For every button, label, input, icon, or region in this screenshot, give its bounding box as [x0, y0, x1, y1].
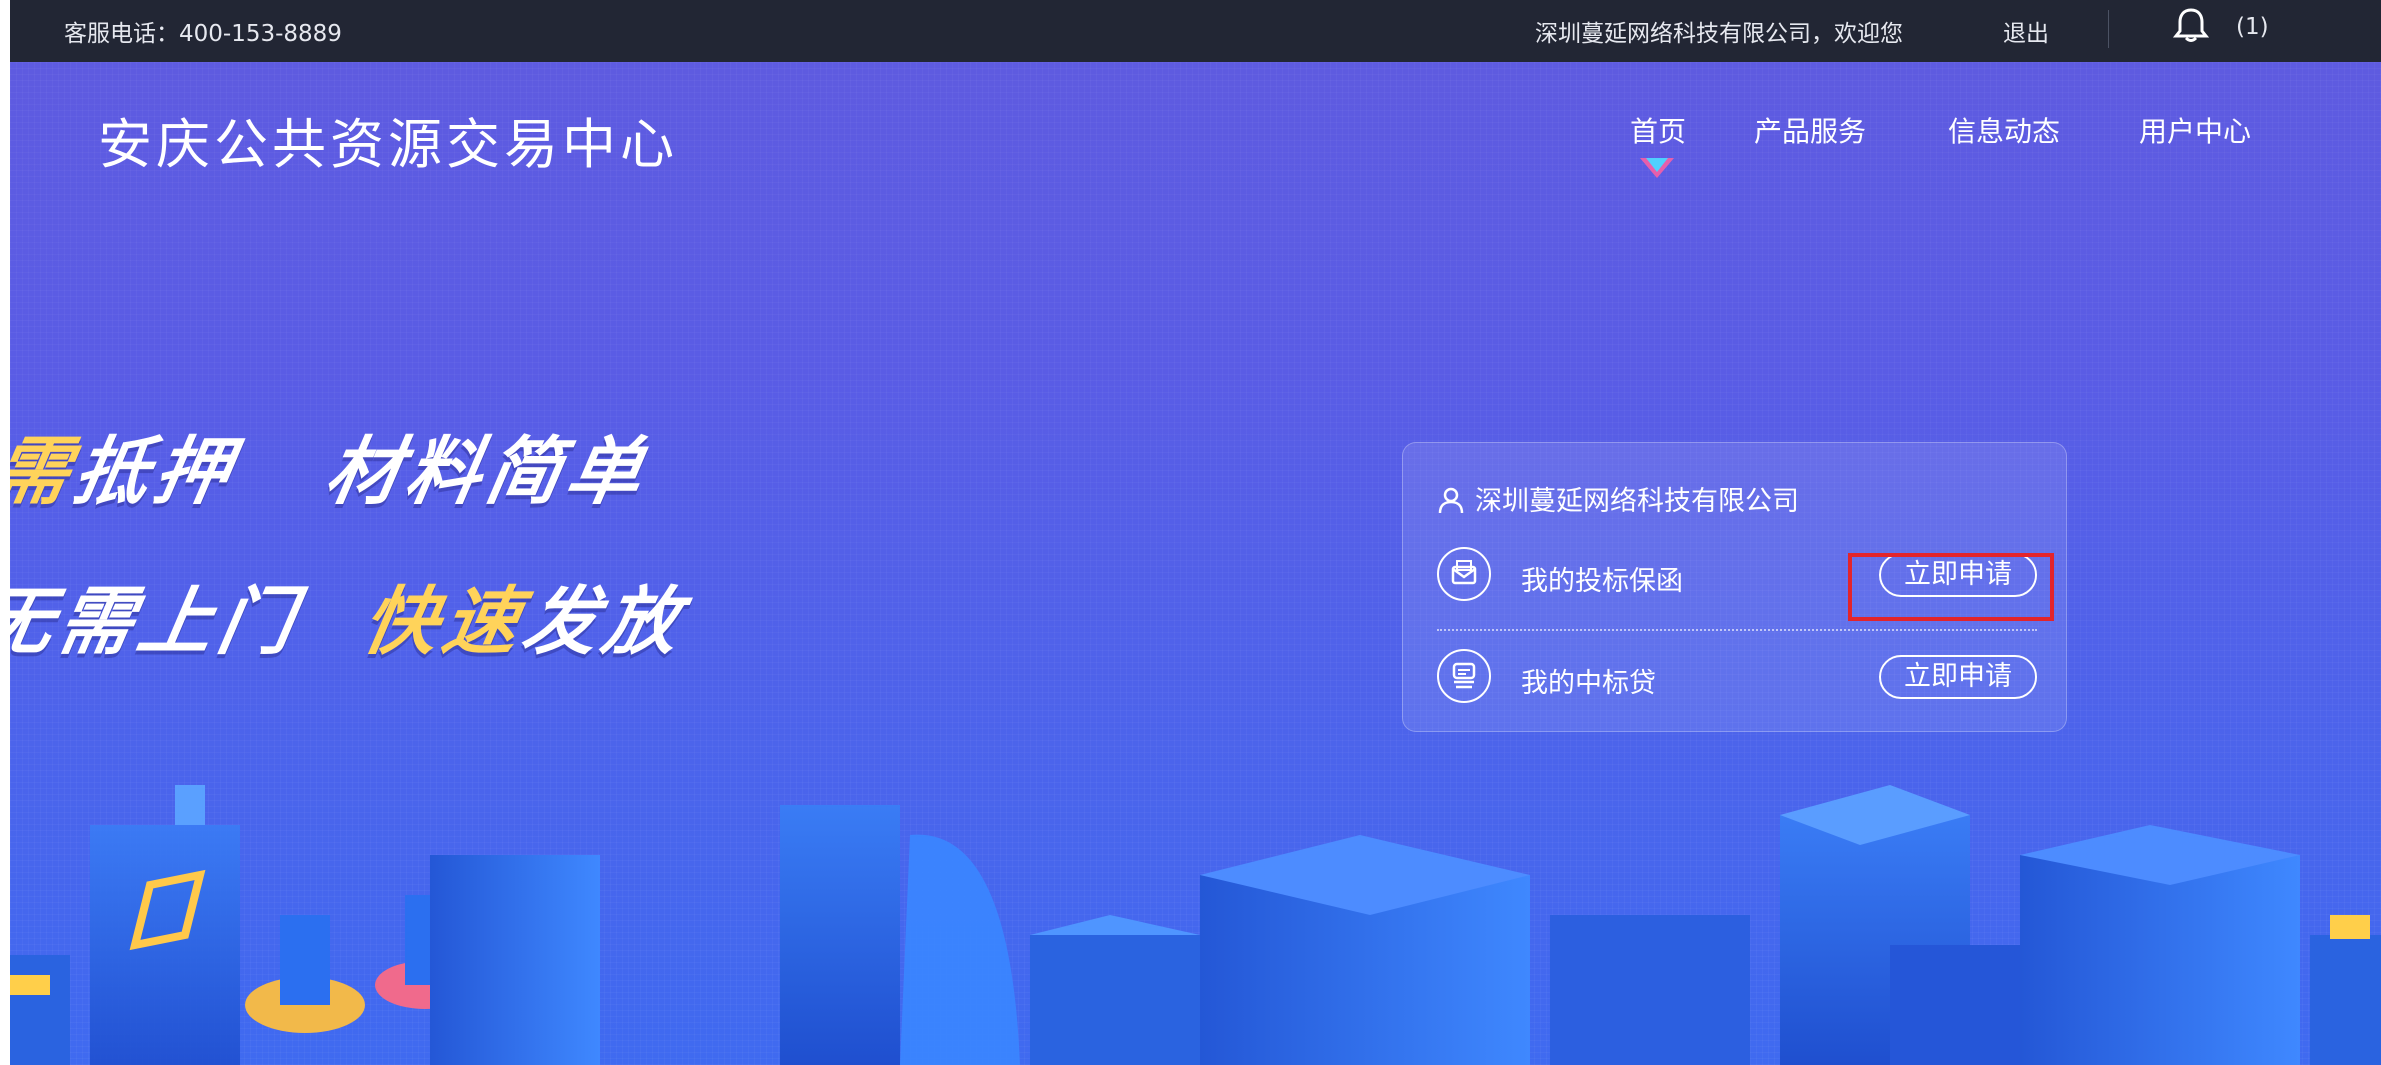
slogan-text: 发放	[516, 579, 692, 665]
slogan-line2-right: 快速发放	[356, 562, 695, 669]
user-icon	[1437, 486, 1465, 514]
city-illustration	[10, 785, 2381, 1065]
company-name: 深圳蔓延网络科技有限公司	[1475, 486, 1799, 517]
highlight-annotation	[1848, 553, 2054, 621]
bell-icon[interactable]	[2172, 6, 2210, 44]
top-bar: 客服电话：400-153-8889 深圳蔓延网络科技有限公司，欢迎您 退出 (1…	[10, 0, 2381, 62]
winning-bid-loan-row: 我的中标贷 立即申请	[1437, 649, 2037, 709]
nav-active-indicator	[1640, 158, 1674, 178]
coin-stack-icon	[1437, 649, 1491, 703]
slogan-line1-left: 需抵押	[10, 412, 245, 519]
slogan-line2-left: 无需上门	[10, 579, 307, 665]
notification-count[interactable]: (1)	[2236, 14, 2269, 40]
bid-guarantee-label: 我的投标保函	[1521, 566, 1683, 597]
slogan-gold-text: 快速	[356, 579, 532, 665]
nav-products[interactable]: 产品服务	[1754, 110, 1866, 150]
nav-news[interactable]: 信息动态	[1948, 110, 2060, 150]
logout-link[interactable]: 退出	[2003, 14, 2049, 48]
winning-bid-loan-label: 我的中标贷	[1521, 668, 1656, 699]
welcome-text: 深圳蔓延网络科技有限公司，欢迎您	[1535, 21, 1903, 47]
nav-home[interactable]: 首页	[1630, 110, 1686, 150]
row-divider	[1437, 629, 2037, 631]
slogan-line1-right: 材料简单	[319, 429, 655, 515]
envelope-icon	[1437, 547, 1491, 601]
nav-user-center[interactable]: 用户中心	[2139, 110, 2251, 150]
apply-winning-bid-loan-button[interactable]: 立即申请	[1879, 655, 2037, 699]
service-phone: 客服电话：400-153-8889	[64, 21, 342, 47]
topbar-divider	[2108, 10, 2109, 48]
panel-company: 深圳蔓延网络科技有限公司	[1437, 479, 1799, 518]
slogan-text: 抵押	[67, 429, 243, 515]
site-title: 安庆公共资源交易中心	[98, 113, 678, 176]
hero-banner: 安庆公共资源交易中心 首页 产品服务 信息动态 用户中心 需抵押 材料简单 无需…	[10, 62, 2381, 1065]
